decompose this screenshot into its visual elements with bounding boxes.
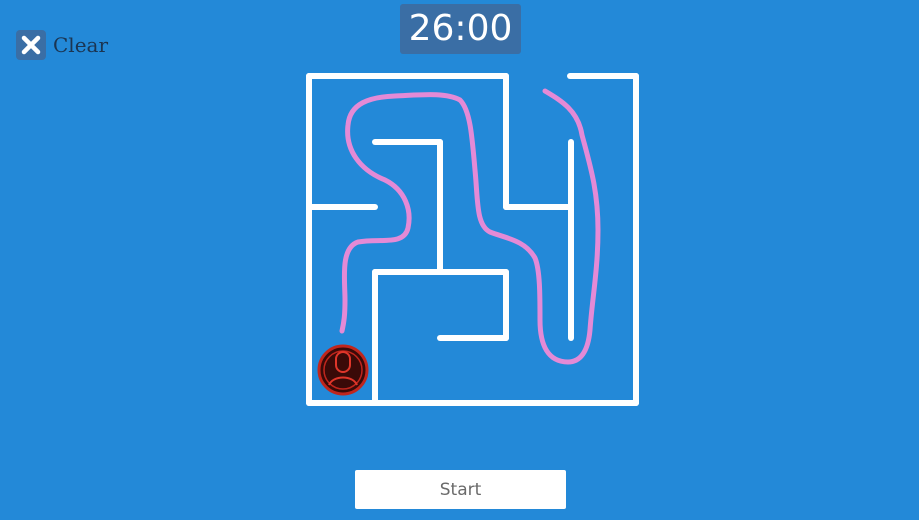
start-button[interactable]: Start bbox=[355, 470, 566, 509]
drawn-path bbox=[339, 88, 601, 365]
player-avatar-icon[interactable] bbox=[317, 344, 369, 396]
maze-board[interactable] bbox=[0, 0, 919, 520]
